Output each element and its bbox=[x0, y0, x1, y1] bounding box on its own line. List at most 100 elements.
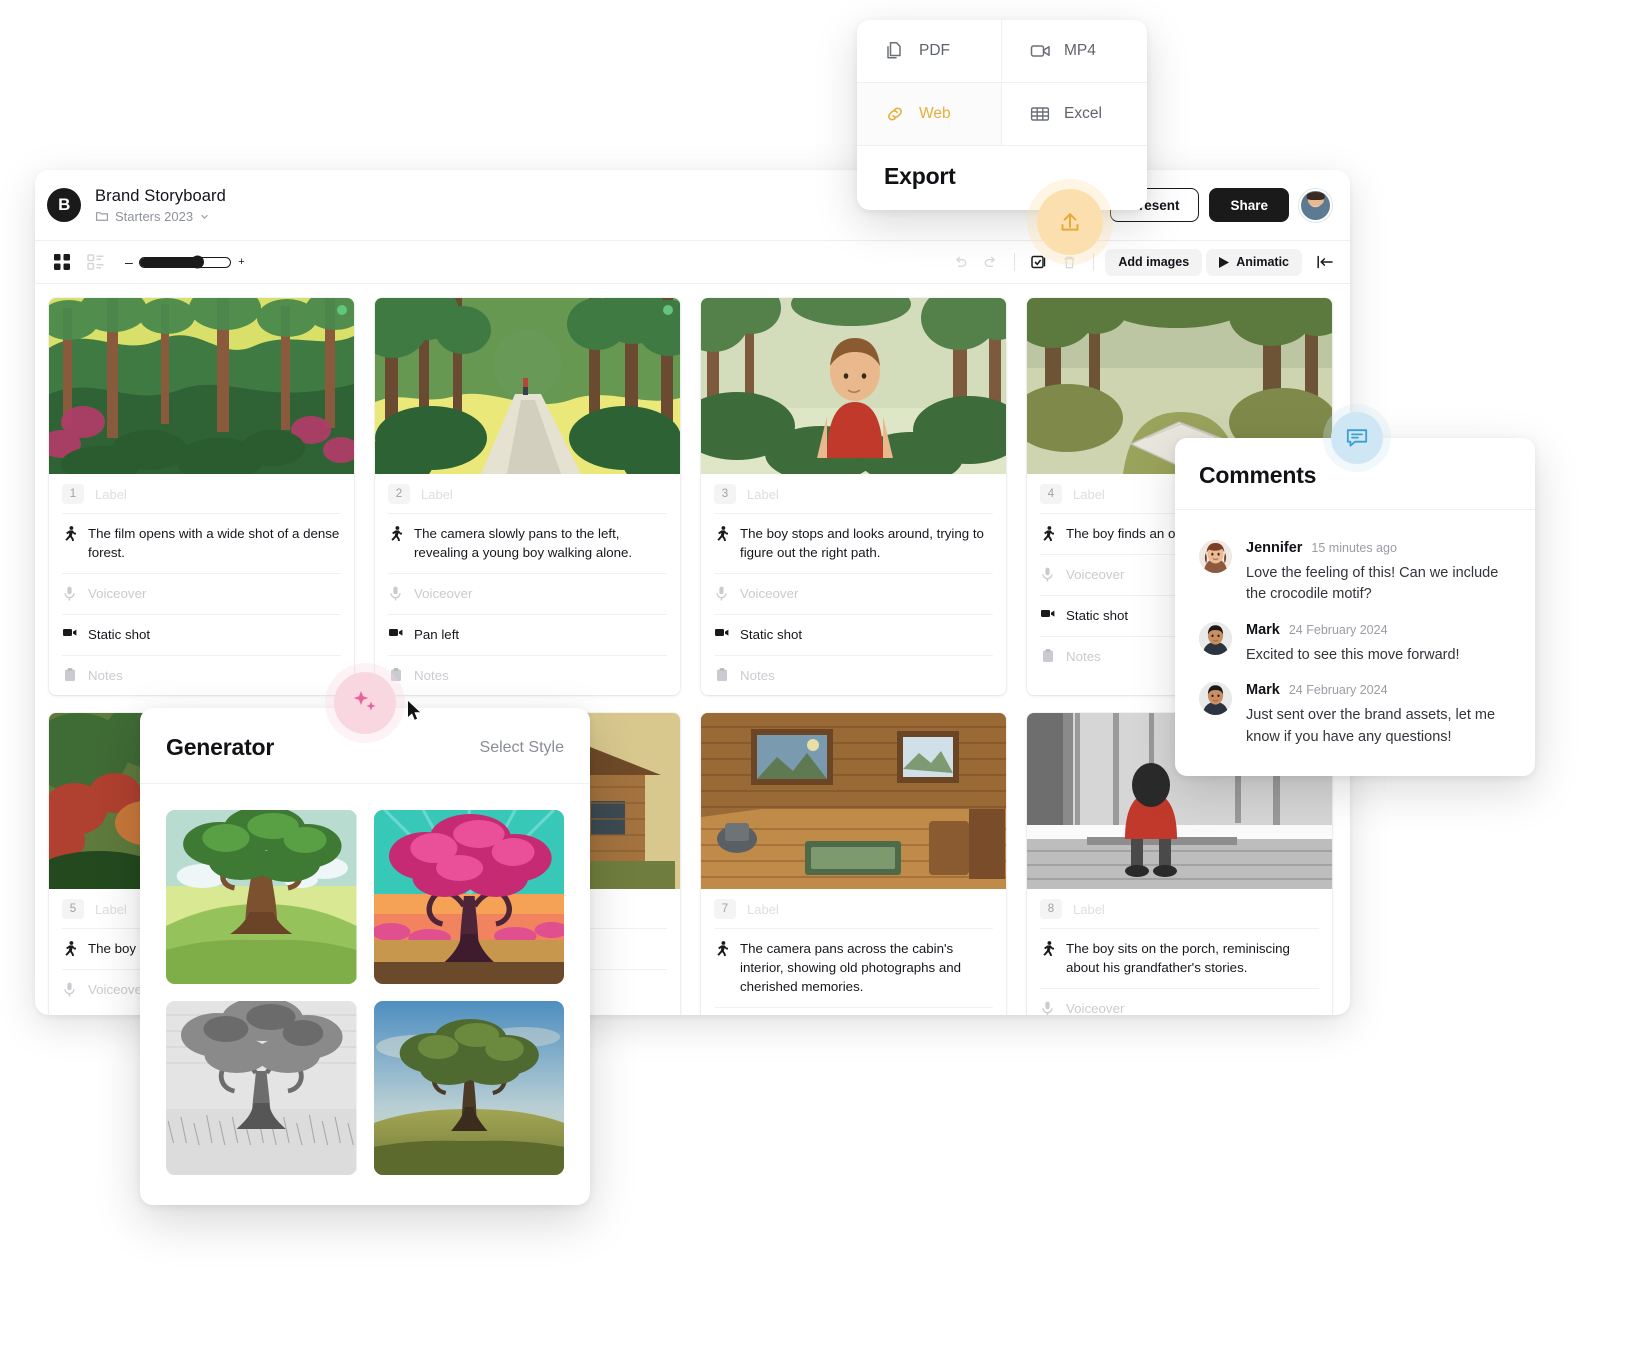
style-option-pencil-sketch-greyscale[interactable] bbox=[166, 1001, 357, 1175]
video-camera-icon bbox=[388, 626, 403, 638]
avatar[interactable] bbox=[1299, 188, 1332, 222]
storyboard-card[interactable]: 3 Label The boy stops and looks around, … bbox=[701, 298, 1006, 696]
scene-thumbnail[interactable] bbox=[701, 713, 1006, 890]
upload-fab-button[interactable] bbox=[1037, 189, 1103, 255]
avatar-jennifer[interactable] bbox=[1199, 540, 1232, 573]
card-action-row[interactable]: The film opens with a wide shot of a den… bbox=[62, 514, 341, 574]
card-label-placeholder[interactable]: Label bbox=[95, 902, 127, 917]
card-label-placeholder[interactable]: Label bbox=[421, 487, 453, 502]
redo-icon[interactable] bbox=[977, 249, 1003, 275]
breadcrumb-folder-label: Starters 2023 bbox=[115, 208, 194, 224]
card-label-placeholder[interactable]: Label bbox=[747, 487, 779, 502]
card-label-placeholder[interactable]: Label bbox=[1073, 902, 1105, 917]
export-option-web[interactable]: Web bbox=[857, 83, 1002, 146]
card-number: 3 bbox=[714, 484, 736, 504]
export-option-label: PDF bbox=[919, 42, 950, 59]
comment-meta: Mark 24 February 2024 bbox=[1246, 622, 1511, 638]
card-action-text: The boy stops and looks around, trying t… bbox=[740, 526, 984, 560]
title-block: Brand Storyboard Starters 2023 bbox=[95, 187, 226, 224]
card-voiceover-row[interactable]: Voiceover bbox=[1040, 989, 1319, 1015]
card-fields: 1 Label The film opens with a wide shot … bbox=[49, 474, 354, 695]
card-action-row[interactable]: The boy stops and looks around, trying t… bbox=[714, 514, 993, 574]
card-voiceover-row[interactable]: Voiceover bbox=[62, 574, 341, 615]
card-shot-row[interactable]: Static shot bbox=[714, 615, 993, 656]
scene-thumbnail[interactable] bbox=[49, 298, 354, 474]
select-style-button[interactable]: Select Style bbox=[480, 739, 564, 757]
card-label-row[interactable]: 3 Label bbox=[714, 474, 993, 514]
storyboard-card[interactable]: 7 Label The camera pans across the cabin… bbox=[701, 713, 1006, 1015]
card-fields: 2 Label The camera slowly pans to the le… bbox=[375, 474, 680, 695]
zoom-in-label[interactable]: + bbox=[238, 256, 245, 268]
scene-thumbnail[interactable] bbox=[701, 298, 1006, 474]
collapse-panel-icon[interactable] bbox=[1312, 249, 1338, 275]
style-option-illustrated-oak-daylight[interactable] bbox=[166, 810, 357, 984]
avatar-mark[interactable] bbox=[1199, 682, 1232, 716]
card-action-text: The film opens with a wide shot of a den… bbox=[88, 526, 340, 560]
card-voiceover-row[interactable]: Voiceover bbox=[714, 574, 993, 615]
style-option-neon-pink-blossom[interactable] bbox=[373, 810, 564, 984]
card-label-placeholder[interactable]: Label bbox=[95, 487, 127, 502]
export-option-pdf[interactable]: PDF bbox=[857, 20, 1002, 83]
list-view-icon[interactable] bbox=[83, 249, 109, 275]
card-voiceover-text: Voiceover bbox=[1066, 1001, 1125, 1015]
zoom-slider[interactable]: – + bbox=[125, 254, 245, 270]
upload-icon bbox=[1056, 208, 1084, 236]
card-label-row[interactable]: 2 Label bbox=[388, 474, 667, 514]
running-person-icon bbox=[388, 525, 403, 541]
card-shot-row[interactable]: Pan left bbox=[388, 615, 667, 656]
card-label-placeholder[interactable]: Label bbox=[747, 902, 779, 917]
share-button[interactable]: Share bbox=[1209, 188, 1289, 222]
comment-item[interactable]: Mark 24 February 2024 Excited to see thi… bbox=[1199, 606, 1511, 666]
export-option-mp4[interactable]: MP4 bbox=[1002, 20, 1147, 83]
comment-author: Mark bbox=[1246, 682, 1280, 699]
card-voiceover-text: Voiceover bbox=[88, 585, 147, 601]
card-number: 7 bbox=[714, 899, 736, 920]
zoom-out-label[interactable]: – bbox=[125, 254, 133, 270]
card-notes-row[interactable]: Notes bbox=[714, 656, 993, 696]
card-action-row[interactable]: The boy sits on the porch, reminiscing a… bbox=[1040, 929, 1319, 990]
export-options-grid: PDF MP4 Web Excel bbox=[857, 20, 1147, 146]
card-label-row[interactable]: 7 Label bbox=[714, 889, 993, 930]
microphone-icon bbox=[1040, 1000, 1055, 1015]
card-label-row[interactable]: 1 Label bbox=[62, 474, 341, 514]
export-option-excel[interactable]: Excel bbox=[1002, 83, 1147, 146]
card-voiceover-row[interactable]: Voiceover bbox=[714, 1008, 993, 1015]
mouse-cursor-icon bbox=[407, 701, 423, 721]
card-shot-text: Static shot bbox=[1066, 607, 1129, 623]
style-option-photoreal-meadow[interactable] bbox=[373, 1001, 564, 1175]
comment-item[interactable]: Jennifer 15 minutes ago Love the feeling… bbox=[1199, 524, 1511, 606]
grid-view-icon[interactable] bbox=[49, 249, 75, 275]
card-shot-row[interactable]: Static shot bbox=[62, 615, 341, 656]
sparkle-icon bbox=[350, 688, 380, 718]
card-notes-row[interactable]: Notes bbox=[62, 656, 341, 696]
card-fields: 8 Label The boy sits on the porch, remin… bbox=[1027, 889, 1332, 1015]
zoom-track[interactable] bbox=[139, 255, 231, 269]
card-notes-row[interactable]: Notes bbox=[388, 656, 667, 696]
card-voiceover-row[interactable]: Voiceover bbox=[388, 574, 667, 615]
card-label-placeholder[interactable]: Label bbox=[1073, 487, 1105, 502]
card-label-row[interactable]: 8 Label bbox=[1040, 889, 1319, 930]
card-action-row[interactable]: The camera pans across the cabin's inter… bbox=[714, 929, 993, 1008]
copy-document-icon bbox=[884, 40, 906, 62]
card-action-row[interactable]: The camera slowly pans to the left, reve… bbox=[388, 514, 667, 574]
toolbar-divider-2 bbox=[1093, 253, 1095, 271]
generator-fab-button[interactable] bbox=[334, 672, 396, 734]
zoom-knob[interactable] bbox=[191, 255, 205, 269]
comments-fab-button[interactable] bbox=[1331, 412, 1383, 464]
breadcrumb[interactable]: Starters 2023 bbox=[95, 209, 226, 224]
comment-item[interactable]: Mark 24 February 2024 Just sent over the… bbox=[1199, 666, 1511, 748]
storyboard-card[interactable]: 1 Label The film opens with a wide shot … bbox=[49, 298, 354, 696]
undo-icon[interactable] bbox=[947, 249, 973, 275]
card-number: 1 bbox=[62, 484, 84, 504]
card-fields: 3 Label The boy stops and looks around, … bbox=[701, 474, 1006, 695]
storyboard-card[interactable]: 2 Label The camera slowly pans to the le… bbox=[375, 298, 680, 696]
generator-title: Generator bbox=[166, 734, 275, 760]
animatic-button[interactable]: Animatic bbox=[1206, 248, 1302, 276]
microphone-icon bbox=[62, 585, 77, 601]
add-images-button[interactable]: Add images bbox=[1105, 248, 1203, 276]
avatar-mark[interactable] bbox=[1199, 621, 1232, 655]
chevron-down-icon[interactable] bbox=[199, 211, 210, 222]
card-notes-text: Notes bbox=[88, 667, 123, 683]
select-all-icon[interactable] bbox=[1026, 249, 1052, 275]
scene-thumbnail[interactable] bbox=[375, 298, 680, 474]
